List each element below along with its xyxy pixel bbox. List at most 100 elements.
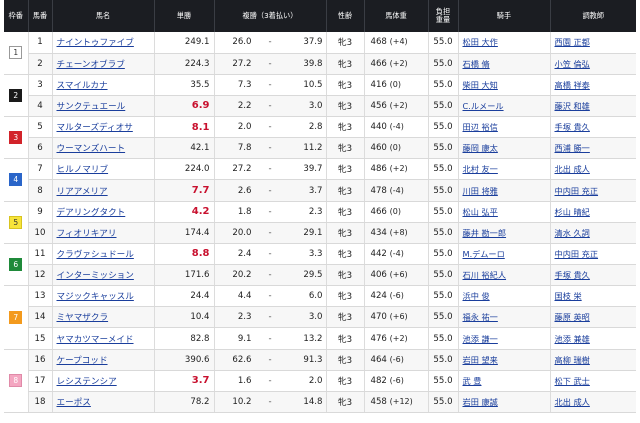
trainer-cell: 高柳 瑞樹 — [549, 349, 636, 371]
horse-name-link[interactable]: ウーマンズハート — [57, 144, 126, 154]
jockey-link[interactable]: 福永 祐一 — [463, 312, 498, 322]
place-odds-min: 10.2 — [232, 396, 252, 407]
horse-name-link[interactable]: ナイントゥファイブ — [57, 38, 134, 48]
horse-number: 11 — [27, 243, 52, 266]
trainer-link[interactable]: 清水 久詞 — [555, 228, 590, 238]
trainer-cell: 杉山 晴紀 — [549, 201, 636, 223]
body-weight: 458 (+12) — [363, 391, 428, 414]
horse-name-link[interactable]: ケープコッド — [57, 356, 108, 366]
jockey-link[interactable]: 石橋 脩 — [463, 59, 490, 69]
frame-cell: 2 — [4, 74, 28, 118]
horse-name-link[interactable]: マルターズディオサ — [57, 123, 133, 133]
trainer-link[interactable]: 北出 成人 — [555, 397, 590, 407]
jockey-link[interactable]: 石川 裕紀人 — [463, 270, 507, 280]
trainer-link[interactable]: 西浦 勝一 — [555, 143, 590, 153]
horse-name-link[interactable]: レシステンシア — [57, 377, 117, 387]
trainer-link[interactable]: 中内田 充正 — [555, 249, 599, 259]
range-dash: - — [268, 185, 272, 196]
horse-name-cell: スマイルカナ — [51, 74, 154, 96]
jockey-link[interactable]: 松山 弘平 — [463, 207, 498, 217]
horse-name-cell: ケープコッド — [51, 349, 154, 371]
place-odds-min: 1.6 — [237, 375, 252, 386]
jockey-cell: 川田 将雅 — [457, 179, 550, 202]
jockey-link[interactable]: 岩田 康誠 — [463, 397, 498, 407]
load-weight: 55.0 — [427, 370, 458, 392]
jockey-link[interactable]: 北村 友一 — [463, 164, 498, 174]
jockey-link[interactable]: 池添 謙一 — [463, 334, 498, 344]
body-weight: 406 (+6) — [363, 264, 428, 287]
jockey-link[interactable]: 藤井 勘一郎 — [463, 228, 507, 238]
frame-cell: 8 — [4, 349, 28, 414]
horse-name-link[interactable]: エーポス — [57, 398, 91, 408]
body-weight-value: 442 — [370, 248, 387, 259]
horse-name-link[interactable]: マジックキャッスル — [57, 292, 134, 302]
load-weight: 55.0 — [427, 95, 458, 118]
jockey-link[interactable]: 藤岡 康太 — [463, 143, 498, 153]
jockey-cell: 石川 裕紀人 — [457, 264, 550, 287]
trainer-link[interactable]: 手塚 貴久 — [555, 122, 590, 132]
frame-badge: 5 — [9, 215, 23, 229]
load-weight: 55.0 — [427, 285, 458, 308]
horse-number: 16 — [27, 349, 52, 371]
body-weight-value: 478 — [370, 185, 387, 196]
trainer-link[interactable]: 北出 成人 — [555, 164, 590, 174]
header-horse-name: 馬名 — [51, 0, 154, 32]
trainer-link[interactable]: 池添 兼雄 — [555, 334, 590, 344]
trainer-link[interactable]: 松下 武士 — [555, 376, 590, 386]
frame-badge: 2 — [9, 88, 23, 102]
table-row: 1 1 ナイントゥファイブ 249.1 26.0-37.9 牝3 468 (+4) 55.0 松… — [4, 32, 636, 75]
trainer-link[interactable]: 国枝 栄 — [555, 291, 582, 301]
body-weight-value: 406 — [370, 270, 387, 281]
win-odds: 7.7 — [153, 179, 214, 202]
horse-name-link[interactable]: クラヴァシュドール — [57, 250, 134, 260]
jockey-link[interactable]: 岩田 望来 — [463, 355, 498, 365]
jockey-link[interactable]: 田辺 裕信 — [463, 122, 498, 132]
horse-name-link[interactable]: スマイルカナ — [57, 81, 108, 91]
jockey-link[interactable]: M.デムーロ — [463, 249, 505, 259]
trainer-link[interactable]: 小笠 倫弘 — [555, 59, 590, 69]
place-odds: 7.3 - 10.5 — [213, 74, 326, 96]
jockey-cell: 岩田 望来 — [457, 349, 550, 371]
jockey-cell: 松山 弘平 — [457, 201, 550, 223]
trainer-link[interactable]: 西園 正都 — [555, 37, 590, 47]
load-weight: 55.0 — [427, 243, 458, 266]
trainer-cell: 藤原 英昭 — [549, 306, 636, 329]
trainer-link[interactable]: 藤原 英昭 — [555, 312, 590, 322]
trainer-link[interactable]: 手塚 貴久 — [555, 270, 590, 280]
trainer-link[interactable]: 藤沢 和雄 — [555, 101, 590, 111]
horse-name-link[interactable]: サンクテュエール — [57, 102, 126, 112]
horse-name-link[interactable]: ヤマカツマーメイド — [57, 335, 134, 345]
horse-number: 17 — [27, 370, 52, 392]
range-dash: - — [268, 333, 272, 344]
trainer-link[interactable]: 中内田 充正 — [555, 186, 599, 196]
trainer-link[interactable]: 杉山 晴紀 — [555, 207, 590, 217]
horse-name-link[interactable]: ミヤマザクラ — [57, 313, 109, 323]
frame-badge: 1 — [9, 46, 23, 60]
jockey-link[interactable]: 浜中 俊 — [463, 291, 490, 301]
jockey-link[interactable]: 川田 将雅 — [463, 186, 498, 196]
table-row: 6 11 クラヴァシュドール 8.8 2.4-3.3 牝3 442 (-4) 55.0 M.デム… — [4, 243, 636, 287]
sex-age: 牝3 — [325, 285, 364, 308]
jockey-link[interactable]: 柴田 大知 — [463, 80, 498, 90]
horse-name-link[interactable]: ヒルノマリブ — [57, 165, 109, 175]
body-weight-value: 466 — [370, 206, 387, 217]
trainer-link[interactable]: 高柳 瑞樹 — [555, 355, 590, 365]
horse-name-link[interactable]: リアアメリア — [57, 187, 108, 197]
horse-name-link[interactable]: インターミッション — [57, 271, 134, 281]
win-odds: 171.6 — [153, 264, 214, 287]
body-weight: 460 (0) — [363, 137, 428, 160]
sex-age: 牝3 — [325, 243, 364, 266]
win-odds: 82.8 — [153, 327, 214, 350]
load-weight: 55.0 — [427, 74, 458, 96]
jockey-link[interactable]: 武 豊 — [463, 376, 482, 386]
sex-age: 牝3 — [325, 74, 364, 96]
horse-name-link[interactable]: フィオリキアリ — [57, 229, 117, 239]
jockey-link[interactable]: C.ルメール — [463, 101, 504, 111]
trainer-link[interactable]: 高橋 祥泰 — [555, 80, 590, 90]
jockey-link[interactable]: 松田 大作 — [463, 37, 498, 47]
body-weight-value: 460 — [370, 143, 387, 154]
horse-name-link[interactable]: チェーンオブラブ — [57, 60, 125, 70]
table-row: 15 ヤマカツマーメイド 82.8 9.1-13.2 牝3 476 (+2) 55.0 池添 … — [4, 327, 636, 350]
body-weight: 470 (+6) — [363, 306, 428, 329]
horse-name-link[interactable]: デアリングタクト — [57, 208, 126, 218]
